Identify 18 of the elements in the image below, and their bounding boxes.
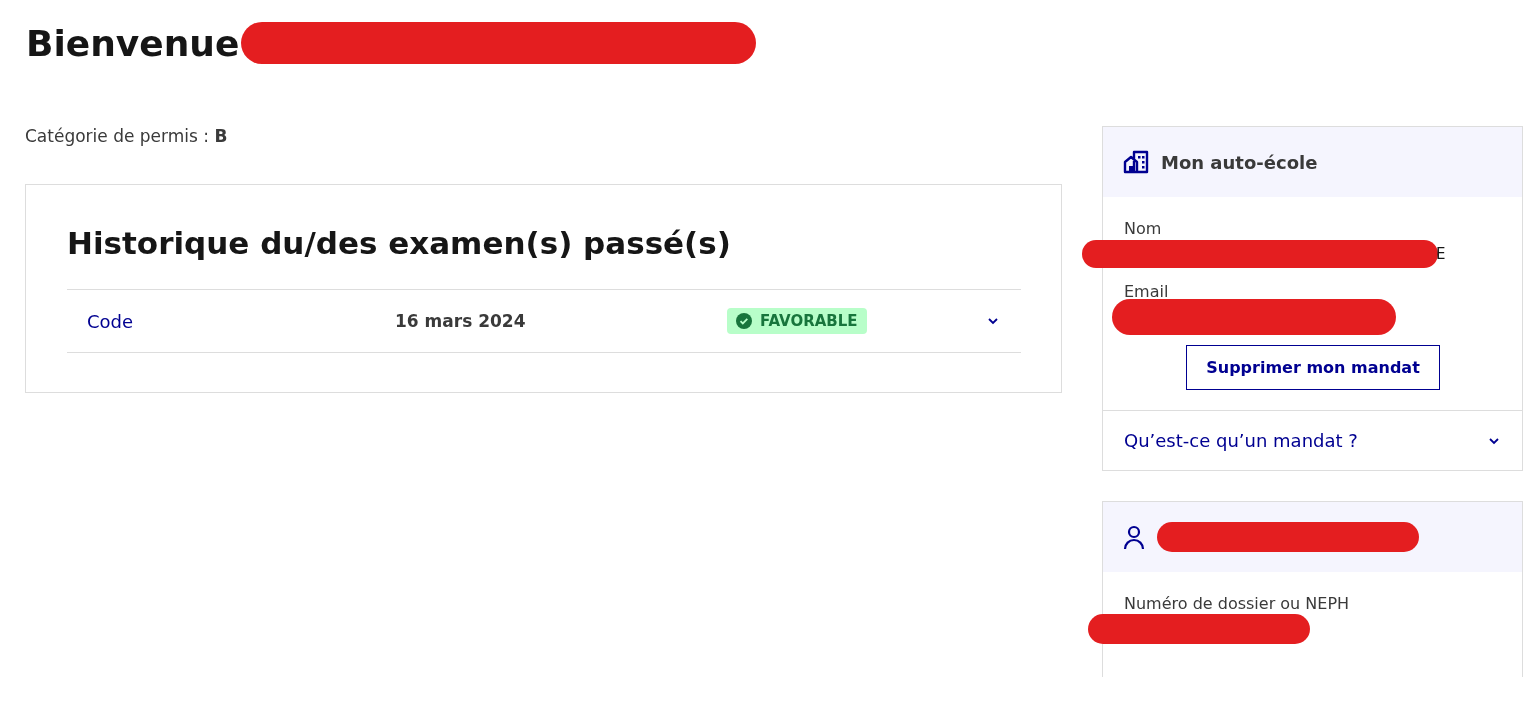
- field-label: Nom: [1124, 219, 1163, 238]
- accordion-toggle[interactable]: Qu’est-ce qu’un mandat ?: [1124, 430, 1358, 451]
- field-label: Numéro de dossier ou NEPH: [1124, 594, 1351, 613]
- welcome-heading: Bienvenue: [26, 22, 240, 64]
- delete-mandate-button[interactable]: Supprimer mon mandat: [1186, 345, 1440, 390]
- check-circle-icon: [736, 313, 752, 329]
- chevron-icon[interactable]: [987, 317, 999, 325]
- chevron-icon[interactable]: [1488, 436, 1500, 445]
- person-icon: [1123, 524, 1145, 550]
- field-label: Email: [1124, 282, 1170, 301]
- license-category: Catégorie de permis : B: [25, 126, 229, 148]
- field-value: E: [1436, 245, 1446, 263]
- section-heading: Historique du/des examen(s) passé(s): [67, 225, 732, 261]
- building-icon: [1123, 150, 1149, 174]
- card-title: Mon auto-école: [1161, 151, 1318, 173]
- result-badge: FAVORABLE: [727, 308, 867, 334]
- exam-date: 16 mars 2024: [395, 311, 527, 331]
- exam-link[interactable]: Code: [87, 310, 395, 332]
